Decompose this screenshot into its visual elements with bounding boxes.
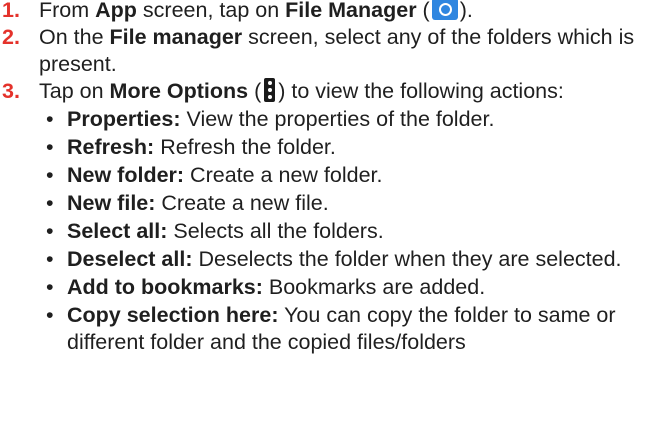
list-item: • Copy selection here: You can copy the f… [0,302,645,356]
list-item: • Properties: View the properties of the … [0,106,645,133]
file-manager-term: File Manager [285,0,417,22]
instructions-document: 1. From App screen, tap on File Manager … [0,0,645,356]
step-text: On the [39,25,110,49]
option-description: Create a new folder. [184,163,383,187]
bullet-icon: • [46,163,54,187]
step-3: 3. Tap on More Options ( ) to view the fo… [0,78,645,105]
bullet-icon: • [46,191,54,215]
more-options-icon [264,78,276,102]
option-description: Deselects the folder when they are selec… [192,247,622,271]
list-item: • Refresh: Refresh the folder. [0,134,645,161]
option-description: Create a new file. [155,191,329,215]
list-item: • New folder: Create a new folder. [0,162,645,189]
bullet-icon: • [46,247,54,271]
step-number: 2. [2,25,20,49]
list-item: • Add to bookmarks: Bookmarks are added. [0,274,645,301]
option-term: New file: [67,191,156,215]
option-term: Refresh: [67,135,155,159]
option-term: Copy selection here: [67,303,279,327]
bullet-icon: • [46,107,54,131]
option-term: Select all: [67,219,168,243]
more-options-term: More Options [109,79,249,103]
bullet-icon: • [46,219,54,243]
file-manager-term: File manager [109,25,243,49]
list-item: • Deselect all: Deselects the folder when… [0,246,645,273]
option-description: View the properties of the folder. [180,107,495,131]
step-text: ). [459,0,473,22]
step-text: Tap on [39,79,110,103]
step-text: ( [248,79,262,103]
option-term: Add to bookmarks: [67,275,263,299]
step-number: 3. [2,79,20,103]
option-description: Bookmarks are added. [262,275,486,299]
step-text: ( [416,0,430,22]
file-manager-icon [431,0,458,20]
bullet-icon: • [46,135,54,159]
step-number: 1. [2,0,20,22]
option-term: Properties: [67,107,181,131]
list-item: • New file: Create a new file. [0,190,645,217]
app-term: App [95,0,137,22]
option-term: New folder: [67,163,185,187]
step-text: From [39,0,96,22]
bullet-icon: • [46,303,54,327]
step-1: 1. From App screen, tap on File Manager … [0,0,645,24]
step-text: ) to view the following actions: [278,79,564,103]
option-description: Selects all the folders. [167,219,384,243]
bullet-icon: • [46,275,54,299]
step-text: screen, tap on [136,0,286,22]
list-item: • Select all: Selects all the folders. [0,218,645,245]
options-list: • Properties: View the properties of the … [0,106,645,356]
option-term: Deselect all: [67,247,193,271]
option-description: Refresh the folder. [154,135,336,159]
step-2: 2. On the File manager screen, select an… [0,24,645,78]
